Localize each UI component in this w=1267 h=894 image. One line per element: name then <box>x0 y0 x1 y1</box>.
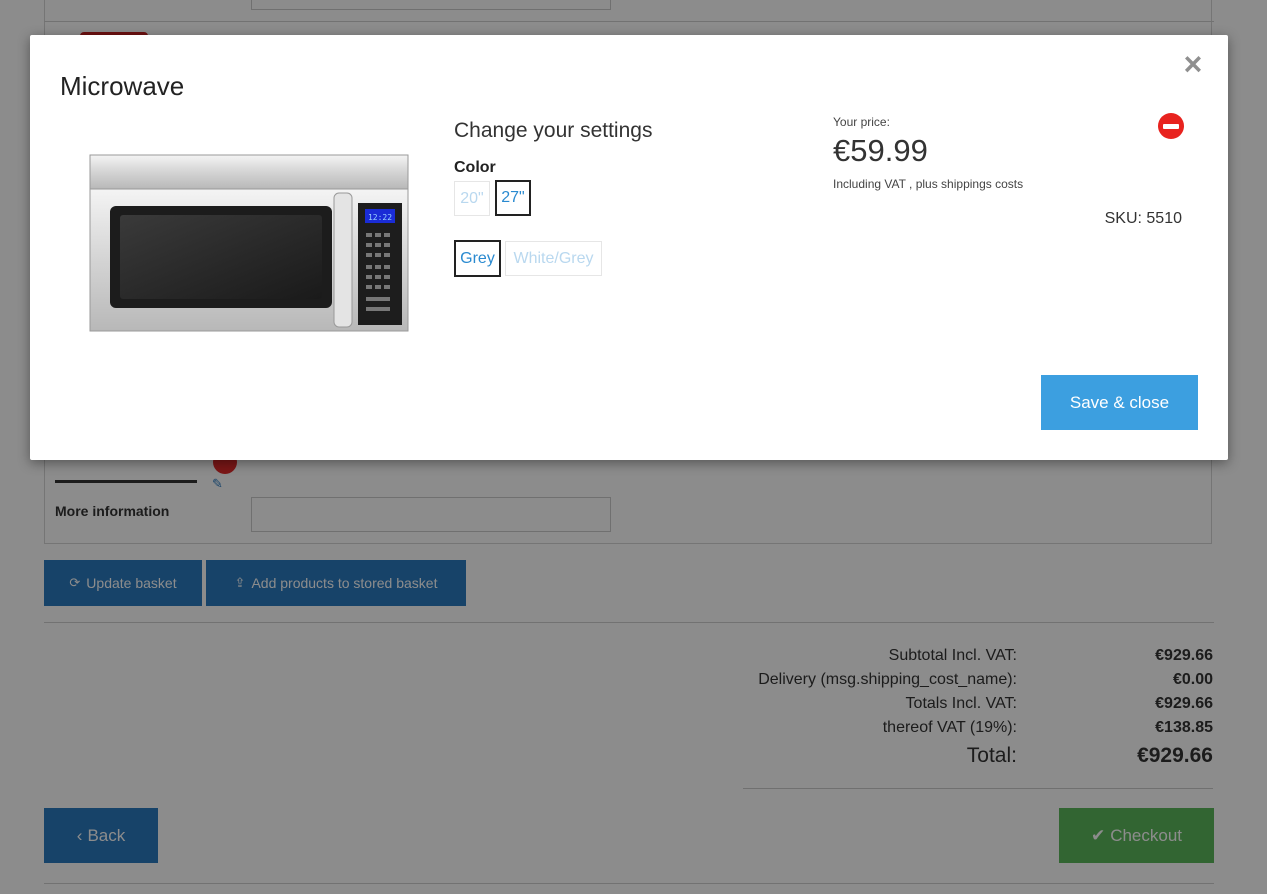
price-value: €59.99 <box>833 133 928 168</box>
save-close-button[interactable]: Save & close <box>1041 375 1198 430</box>
color-option-white-grey[interactable]: White/Grey <box>505 241 602 276</box>
product-image: 12:22 <box>89 154 409 332</box>
size-option-20[interactable]: 20" <box>454 181 490 216</box>
modal-title: Microwave <box>60 71 185 101</box>
color-option-grey[interactable]: Grey <box>454 240 501 277</box>
size-option-27[interactable]: 27" <box>495 180 531 216</box>
product-settings-modal: Microwave × 12:22 Change your settings C… <box>30 35 1228 460</box>
color-label: Color <box>454 159 496 176</box>
sku-label: SKU: 5510 <box>1104 210 1182 227</box>
remove-icon[interactable] <box>1158 113 1184 139</box>
vat-note: Including VAT , plus shippings costs <box>833 177 1024 191</box>
price-label: Your price: <box>833 115 890 129</box>
settings-title: Change your settings <box>454 119 653 142</box>
microwave-display-text: 12:22 <box>368 213 392 222</box>
close-icon[interactable]: × <box>1180 48 1206 80</box>
